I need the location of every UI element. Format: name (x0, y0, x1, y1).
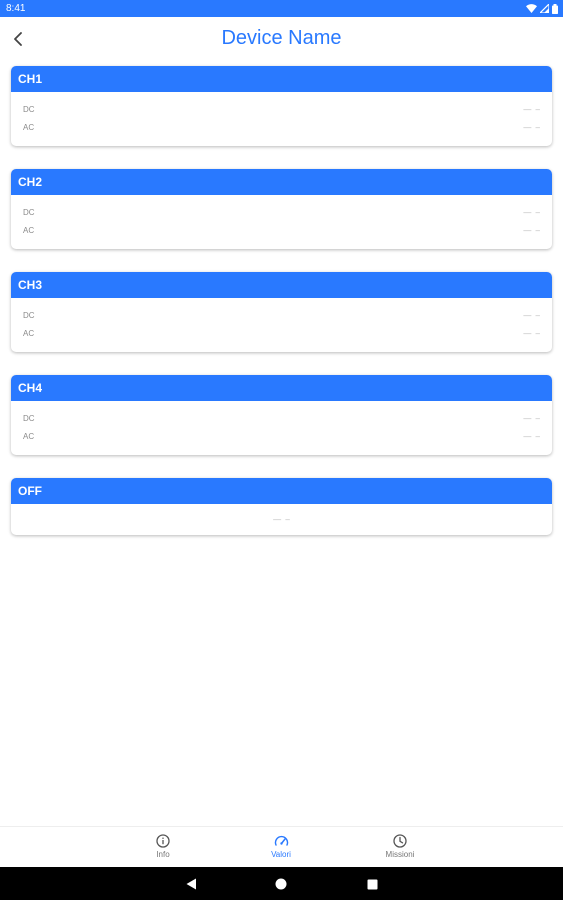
dc-label: DC (23, 207, 35, 217)
channel-card-ch2[interactable]: CH2 DC — – AC — – (11, 169, 552, 249)
dc-value: — – (523, 207, 541, 217)
wifi-icon (526, 4, 537, 13)
off-body: — – (11, 504, 552, 535)
channel-header: CH4 (11, 375, 552, 401)
nav-label-info: Info (156, 850, 170, 859)
channel-body: DC — – AC — – (11, 298, 552, 352)
channel-body: DC — – AC — – (11, 92, 552, 146)
ac-label: AC (23, 328, 35, 338)
status-bar: 8:41 (0, 0, 563, 17)
nav-item-missioni[interactable]: Missioni (365, 834, 435, 860)
nav-item-info[interactable]: Info (128, 834, 198, 860)
dc-label: DC (23, 310, 35, 320)
dc-row: DC — – (23, 203, 541, 221)
ac-row: AC — – (23, 324, 541, 342)
system-home-button[interactable] (273, 876, 289, 892)
gauge-icon (274, 835, 288, 846)
ac-value: — – (523, 225, 541, 235)
off-card[interactable]: OFF — – (11, 478, 552, 535)
off-header: OFF (11, 478, 552, 504)
nav-label-missioni: Missioni (385, 850, 415, 859)
dc-label: DC (23, 104, 35, 114)
home-circle-icon (275, 878, 287, 890)
status-time: 8:41 (6, 3, 26, 14)
dc-value: — – (523, 104, 541, 114)
back-triangle-icon (186, 878, 196, 890)
channel-card-ch1[interactable]: CH1 DC — – AC — – (11, 66, 552, 146)
channel-body: DC — – AC — – (11, 195, 552, 249)
recents-square-icon (367, 879, 377, 889)
channel-card-ch3[interactable]: CH3 DC — – AC — – (11, 272, 552, 352)
app-bar: Device Name (0, 17, 563, 61)
info-icon (156, 834, 170, 848)
ac-value: — – (523, 122, 541, 132)
dc-label: DC (23, 413, 35, 423)
battery-icon (552, 3, 558, 14)
system-recents-button[interactable] (364, 876, 380, 892)
status-icons (526, 3, 558, 14)
ac-row: AC — – (23, 427, 541, 445)
system-back-button[interactable] (183, 876, 199, 892)
ac-label: AC (23, 225, 35, 235)
ac-label: AC (23, 431, 35, 441)
channel-body: DC — – AC — – (11, 401, 552, 455)
channel-header: CH3 (11, 272, 552, 298)
channel-card-ch4[interactable]: CH4 DC — – AC — – (11, 375, 552, 455)
dc-row: DC — – (23, 306, 541, 324)
channel-list: CH1 DC — – AC — – CH2 DC — – AC — – CH3 … (11, 66, 552, 558)
dc-row: DC — – (23, 409, 541, 427)
bottom-navigation: Info Valori Missioni (0, 826, 563, 867)
off-value: — – (273, 515, 291, 524)
dc-value: — – (523, 413, 541, 423)
ac-label: AC (23, 122, 35, 132)
channel-header: CH1 (11, 66, 552, 92)
page-title: Device Name (221, 27, 342, 49)
clock-icon (393, 834, 407, 848)
ac-value: — – (523, 328, 541, 338)
nav-label-valori: Valori (271, 850, 291, 859)
ac-row: AC — – (23, 221, 541, 239)
system-navigation-bar (0, 867, 563, 900)
nav-item-valori[interactable]: Valori (246, 834, 316, 860)
ac-row: AC — – (23, 118, 541, 136)
signal-icon (540, 4, 549, 13)
ac-value: — – (523, 431, 541, 441)
dc-value: — – (523, 310, 541, 320)
channel-header: CH2 (11, 169, 552, 195)
dc-row: DC — – (23, 100, 541, 118)
